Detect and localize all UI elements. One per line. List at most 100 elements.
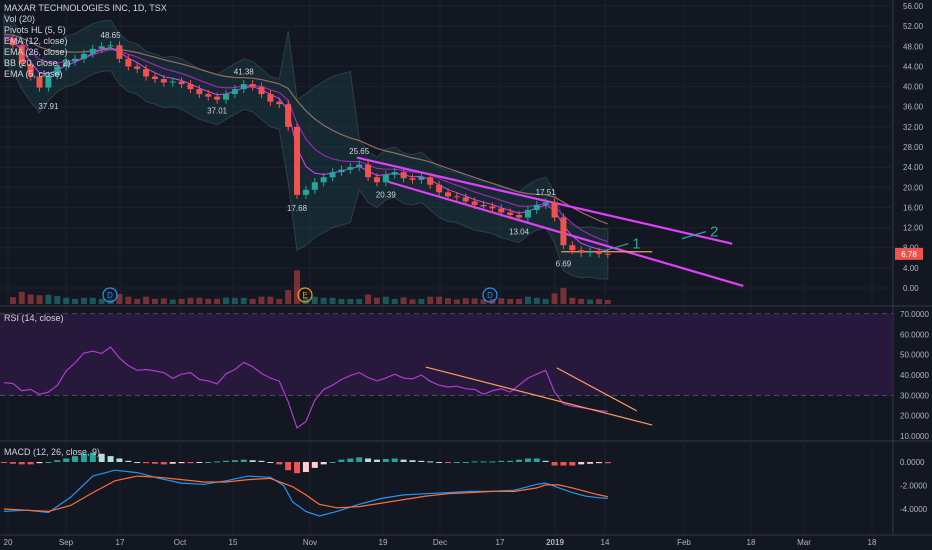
y-tick-label: 56.00 (903, 2, 924, 11)
legend-ema26[interactable]: EMA (26, close) (4, 47, 167, 58)
legend-ema12[interactable]: EMA (12, close) (4, 36, 167, 47)
macd-histogram-bar (578, 462, 585, 465)
legend-bb[interactable]: BB (20, close, 2) (4, 58, 167, 69)
candle-body (356, 164, 363, 168)
volume-bar (569, 297, 576, 304)
volume-bar (187, 297, 194, 304)
macd-histogram-bar (542, 460, 549, 462)
candle-body (524, 209, 531, 218)
legend-volume[interactable]: Vol (20) (4, 14, 167, 25)
volume-bar (27, 294, 34, 304)
legend-title[interactable]: MAXAR TECHNOLOGIES INC, 1D, TSX (4, 3, 167, 14)
volume-bar (249, 298, 256, 304)
volume-bar (498, 298, 505, 304)
macd-histogram-bar (294, 462, 301, 474)
volume-bar (267, 296, 274, 304)
macd-histogram-bar (604, 462, 611, 464)
macd-histogram-bar (560, 462, 567, 466)
rsi-band (0, 314, 893, 396)
x-tick-label: 2019 (546, 538, 564, 547)
macd-histogram-bar (27, 462, 34, 465)
volume-bar (54, 296, 61, 304)
legend-pivots[interactable]: Pivots HL (5, 5) (4, 25, 167, 36)
volume-bar (258, 296, 265, 304)
volume-bar (276, 298, 283, 304)
macd-histogram-bar (267, 462, 274, 463)
macd-legend[interactable]: MACD (12, 26, close, 9) (4, 447, 100, 457)
candle-body (285, 104, 292, 127)
macd-histogram-bar (382, 459, 389, 462)
candle-body (480, 204, 487, 207)
macd-histogram-bar (409, 460, 416, 462)
rsi-tick-label: 20.0000 (900, 412, 929, 421)
volume-bar (134, 298, 141, 304)
volume-bar (373, 297, 380, 304)
event-marker-label: E (302, 291, 307, 300)
macd-histogram-bar (569, 462, 576, 466)
macd-histogram-bar (338, 459, 345, 462)
event-marker-label: D (107, 291, 113, 300)
volume-bar (400, 297, 407, 304)
rsi-tick-label: 30.0000 (900, 391, 929, 400)
pivot-label: 37.01 (207, 107, 228, 116)
macd-histogram-bar (125, 460, 132, 462)
chart-canvas[interactable]: 20 Sep 17 Oct 15 Nov 19 Dec 17 2019 14 Feb 18 Mar 18 56… (0, 0, 932, 550)
rsi-tick-label: 10.0000 (900, 432, 929, 441)
macd-histogram-bar (223, 460, 229, 462)
candle-body (453, 196, 460, 198)
candle-body (329, 172, 336, 178)
candle-body (178, 81, 185, 85)
macd-histogram-bar (587, 462, 594, 464)
x-tick-label: 17 (116, 538, 125, 547)
volume-bar (587, 299, 594, 304)
macd-histogram-bar (436, 462, 443, 463)
volume-bar (196, 297, 203, 304)
candle-body (231, 89, 238, 95)
volume-bar (524, 296, 531, 304)
legend-ema5[interactable]: EMA (5, close) (4, 69, 167, 80)
volume-bar (462, 298, 469, 304)
volume-bar (151, 298, 158, 304)
candle-body (489, 206, 496, 209)
x-tick-label: Nov (303, 538, 317, 547)
macd-histogram-bar (143, 462, 150, 464)
candle-body (578, 250, 585, 253)
volume-bar (542, 298, 549, 304)
macd-histogram-bar (391, 458, 398, 462)
candle-body (542, 202, 549, 205)
macd-histogram-bar (151, 462, 158, 464)
volume-bar (595, 299, 602, 304)
macd-histogram-bar (169, 462, 176, 464)
x-tick-label: Feb (677, 538, 691, 547)
macd-histogram-bar (54, 460, 61, 462)
y-tick-label: 44.00 (903, 62, 924, 71)
last-price-label: 6.78 (901, 250, 917, 259)
macd-histogram-bar (240, 459, 247, 462)
candle-body (373, 177, 380, 183)
volume-bar (356, 298, 363, 304)
candle-body (320, 177, 327, 183)
volume-bar (533, 297, 540, 304)
candle-body (311, 182, 318, 190)
rsi-legend[interactable]: RSI (14, close) (4, 313, 64, 323)
annotation-label: 2 (710, 224, 718, 241)
macd-histogram-bar (285, 462, 292, 471)
candle-body (302, 189, 309, 195)
candle-body (240, 84, 247, 90)
macd-histogram-bar (427, 461, 434, 463)
volume-bar (471, 298, 478, 304)
volume-bar (36, 295, 43, 304)
volume-bar (240, 297, 247, 304)
volume-bar (178, 298, 185, 304)
macd-histogram-bar (498, 460, 505, 462)
macd-histogram-bar (1, 462, 7, 463)
macd-histogram-bar (445, 462, 451, 463)
volume-bar (169, 299, 176, 304)
macd-histogram-bar (356, 457, 363, 462)
volume-bar (89, 297, 96, 304)
rsi-pane (0, 314, 893, 396)
candle-body (604, 253, 611, 255)
macd-histogram-bar (258, 460, 265, 462)
x-tick-label: Oct (174, 538, 187, 547)
volume-bar (551, 293, 558, 304)
